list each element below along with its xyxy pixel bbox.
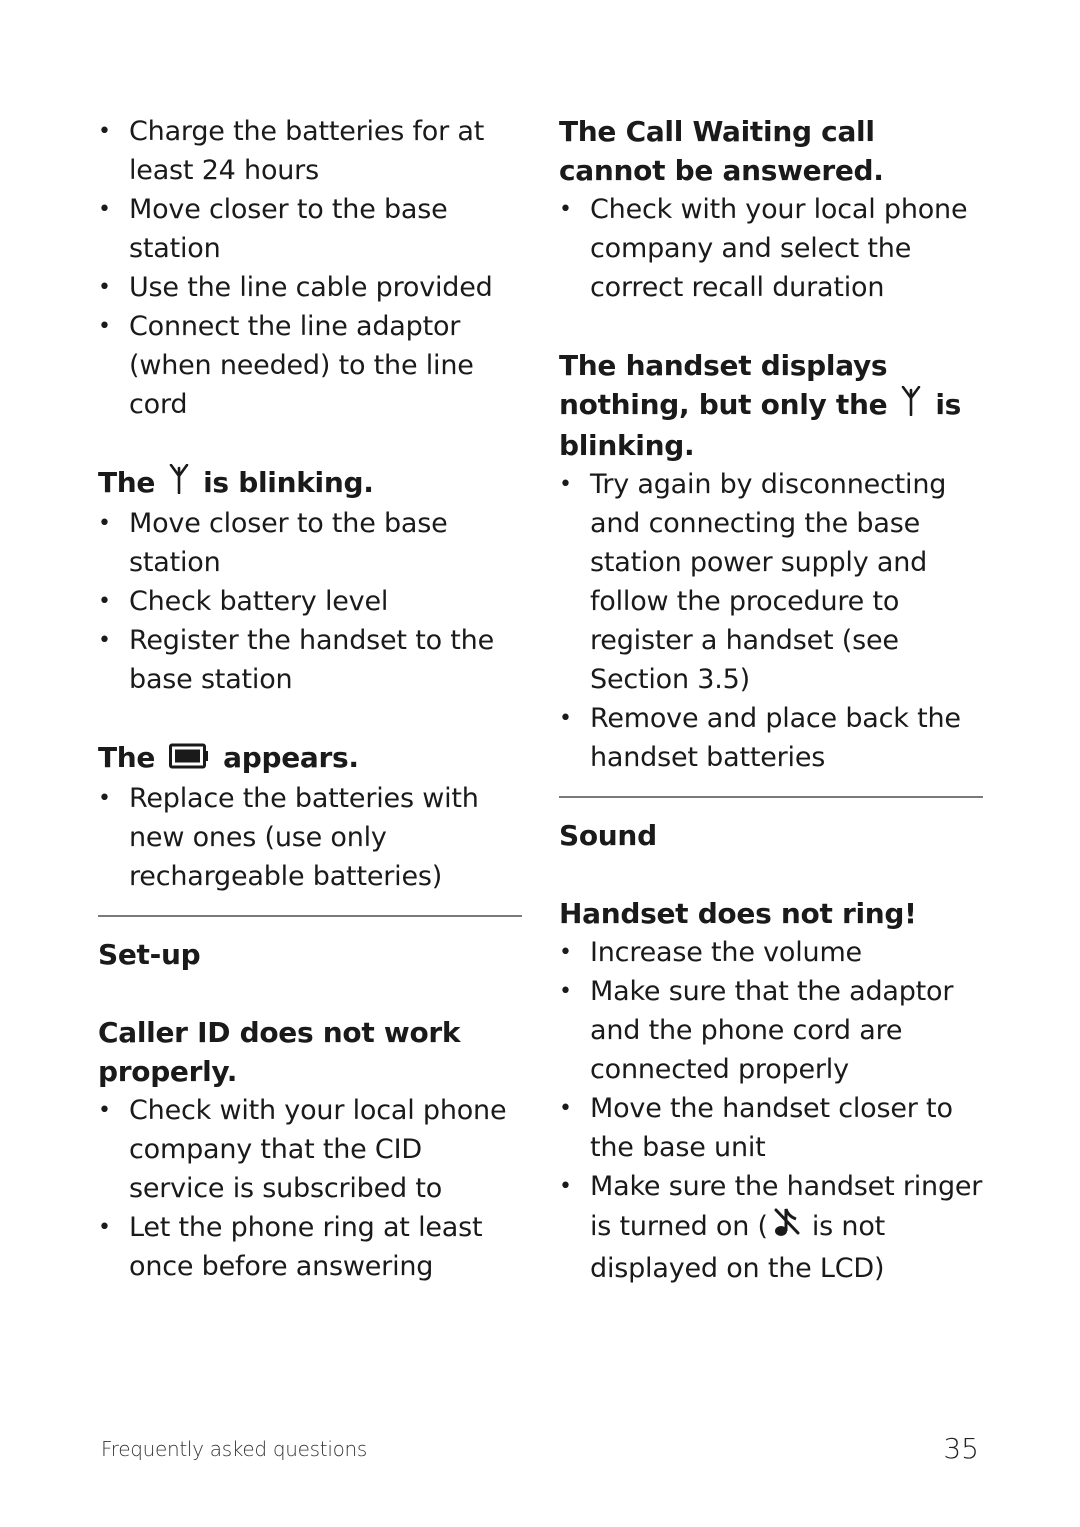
antenna-icon — [169, 463, 189, 504]
list-item: Replace the batteries with new ones (use… — [98, 779, 522, 896]
page-number: 35 — [943, 1432, 979, 1465]
no-ring-heading: Handset does not ring! — [559, 897, 917, 930]
list-item: Move closer to the base station — [98, 190, 522, 268]
footer-section-label: Frequently asked questions — [101, 1437, 368, 1461]
section-title-sound: Sound — [559, 819, 657, 852]
list-item: Use the line cable provided — [98, 268, 522, 307]
heading-text: The handset displays nothing, but only t… — [559, 349, 888, 421]
section-divider — [559, 796, 983, 798]
list-item: Make sure the handset ringer is turned o… — [559, 1167, 983, 1288]
section-title-setup: Set-up — [98, 937, 201, 971]
antenna-icon — [901, 385, 921, 426]
call-waiting-bullets: Check with your local phone company and … — [559, 190, 983, 307]
displays-nothing-bullets: Try again by disconnecting and connectin… — [559, 465, 983, 777]
intro-bullet-list: Charge the batteries for at least 24 hou… — [98, 112, 522, 424]
heading-text: The — [98, 466, 156, 499]
battery-appears-bullets: Replace the batteries with new ones (use… — [98, 779, 522, 896]
battery-appears-heading: The appears. — [98, 738, 522, 779]
heading-text: appears. — [223, 741, 359, 774]
caller-id-bullets: Check with your local phone company that… — [98, 1091, 522, 1286]
list-item: Increase the volume — [559, 933, 983, 972]
list-item: Remove and place back the handset batter… — [559, 699, 983, 777]
caller-id-heading: Caller ID does not work properly. — [98, 1015, 461, 1088]
list-item: Move closer to the base station — [98, 504, 522, 582]
antenna-blinking-bullets: Move closer to the base station Check ba… — [98, 504, 522, 699]
list-item: Move the handset closer to the base unit — [559, 1089, 983, 1167]
displays-nothing-heading: The handset displays nothing, but only t… — [559, 346, 983, 465]
list-item: Register the handset to the base station — [98, 621, 522, 699]
battery-icon — [169, 740, 209, 779]
heading-text: The — [98, 741, 156, 774]
left-column: Charge the batteries for at least 24 hou… — [98, 112, 522, 1286]
list-item: Try again by disconnecting and connectin… — [559, 465, 983, 699]
list-item: Charge the batteries for at least 24 hou… — [98, 112, 522, 190]
antenna-blinking-heading: The is blinking. — [98, 463, 522, 504]
section-divider — [98, 914, 522, 917]
heading-text: is blinking. — [203, 466, 374, 499]
list-item: Check with your local phone company and … — [559, 190, 983, 307]
list-item: Connect the line adaptor (when needed) t… — [98, 307, 522, 424]
no-ring-bullets: Increase the volume Make sure that the a… — [559, 933, 983, 1288]
right-column: The Call Waiting call cannot be answered… — [559, 112, 983, 1288]
ringer-off-icon — [774, 1206, 800, 1249]
list-item: Make sure that the adaptor and the phone… — [559, 972, 983, 1089]
call-waiting-heading: The Call Waiting call cannot be answered… — [559, 115, 884, 187]
list-item: Check with your local phone company that… — [98, 1091, 522, 1208]
list-item: Check battery level — [98, 582, 522, 621]
list-item: Let the phone ring at least once before … — [98, 1208, 522, 1286]
